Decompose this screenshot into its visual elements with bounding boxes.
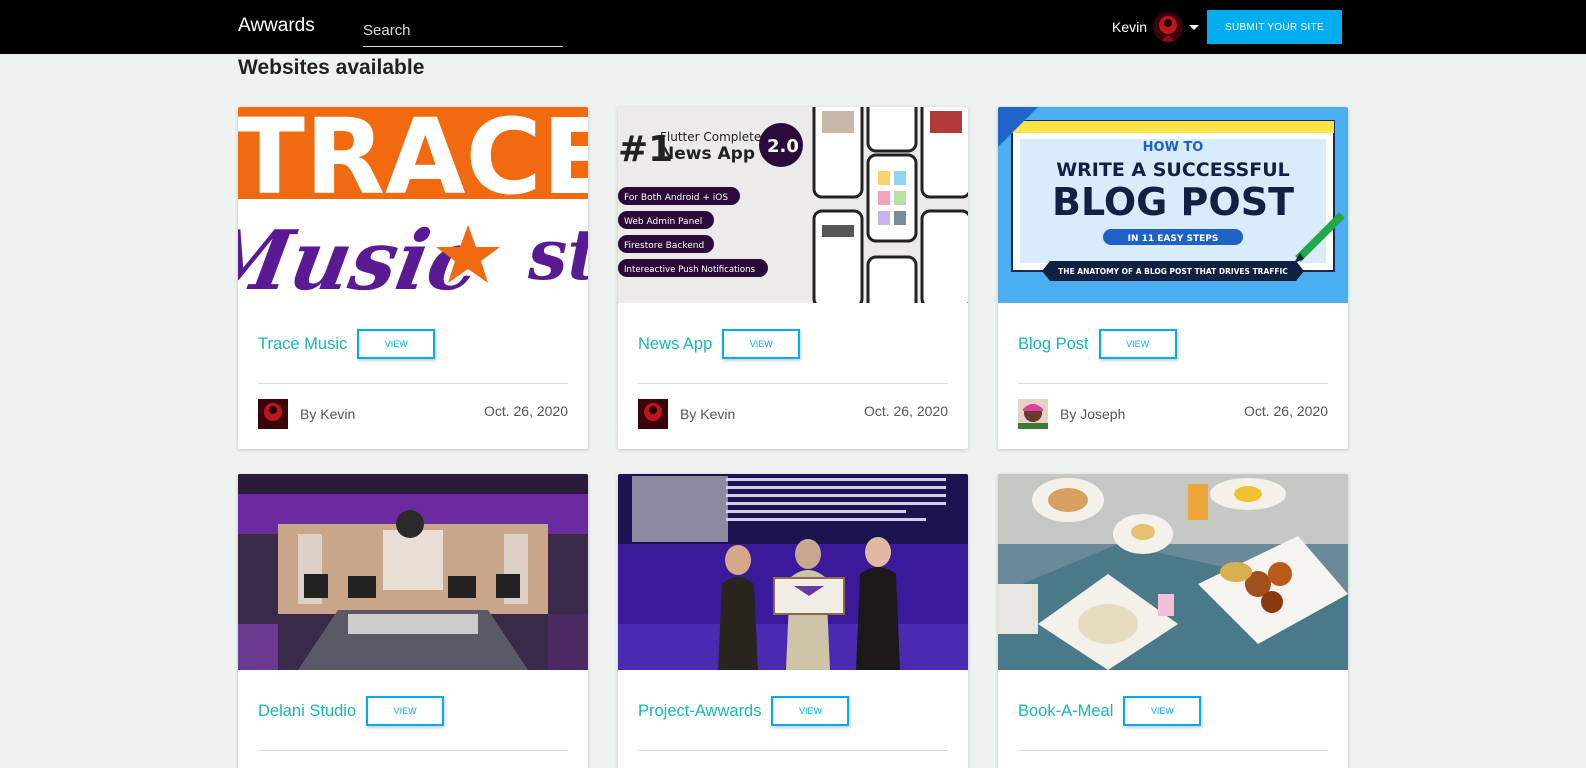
author-name: By Kevin — [300, 406, 356, 422]
divider — [258, 750, 568, 751]
search-input[interactable] — [363, 14, 563, 46]
card-header: Delani Studio VIEW — [258, 696, 445, 726]
author-name: By Kevin — [680, 406, 736, 422]
divider — [258, 383, 568, 384]
avatar — [258, 399, 288, 429]
view-button[interactable]: VIEW — [1123, 696, 1202, 726]
thumb-text: WRITE A SUCCESSFUL — [1056, 159, 1290, 181]
author-info: By Kevin — [638, 399, 735, 429]
thumb-text: Web Admin Panel — [624, 217, 702, 227]
project-thumbnail[interactable]: TRACE Music st — [238, 107, 588, 303]
divider — [638, 750, 948, 751]
user-menu[interactable]: Kevin — [1112, 12, 1200, 42]
thumb-text: THE ANATOMY OF A BLOG POST THAT DRIVES T… — [1058, 267, 1288, 276]
project-title[interactable]: Blog Post — [1018, 335, 1089, 354]
thumb-text: TRACE — [238, 107, 588, 218]
project-card: Delani Studio VIEW — [238, 474, 588, 768]
project-title[interactable]: News App — [638, 335, 712, 354]
page-title: Websites available — [238, 56, 425, 79]
view-button[interactable]: VIEW — [722, 329, 801, 359]
project-thumbnail[interactable]: #1 Flutter Complete News App 2.0 For Bot… — [618, 107, 968, 303]
search-field — [363, 14, 563, 47]
thumb-text: Firestore Backend — [624, 241, 704, 251]
top-navbar: Awwards Kevin SUBMIT YOUR SITE — [0, 0, 1586, 54]
thumb-text: BLOG POST — [1052, 180, 1294, 224]
divider — [638, 383, 948, 384]
avatar — [1018, 399, 1048, 429]
project-title[interactable]: Trace Music — [258, 335, 347, 354]
view-button[interactable]: VIEW — [771, 696, 850, 726]
divider — [1018, 383, 1328, 384]
card-header: Blog Post VIEW — [1018, 329, 1177, 359]
brand-logo[interactable]: Awwards — [238, 15, 315, 37]
view-button[interactable]: VIEW — [1098, 329, 1177, 359]
thumb-text: Music — [238, 213, 487, 303]
thumb-text: IN 11 EASY STEPS — [1128, 234, 1219, 244]
view-button[interactable]: VIEW — [366, 696, 445, 726]
project-card: #1 Flutter Complete News App 2.0 For Bot… — [618, 107, 968, 449]
thumb-text: For Both Android + iOS — [624, 193, 728, 203]
user-name: Kevin — [1112, 19, 1148, 35]
chevron-down-icon[interactable] — [1189, 24, 1200, 30]
project-card: Project-Awwards VIEW — [618, 474, 968, 768]
author-info: By Kevin — [258, 399, 355, 429]
project-title[interactable]: Delani Studio — [258, 702, 356, 721]
thumb-text: Intereactive Push Notifications — [624, 265, 756, 275]
post-date: Oct. 26, 2020 — [863, 403, 948, 419]
project-title[interactable]: Book-A-Meal — [1018, 702, 1113, 721]
thumb-text: Flutter Complete — [660, 130, 761, 144]
view-button[interactable]: VIEW — [357, 329, 436, 359]
project-thumbnail[interactable] — [238, 474, 588, 670]
author-name: By Joseph — [1060, 406, 1126, 422]
project-thumbnail[interactable] — [998, 474, 1348, 670]
post-date: Oct. 26, 2020 — [1243, 403, 1328, 419]
project-card: TRACE Music st Trace Music VIEW By Kevin… — [238, 107, 588, 449]
card-header: Trace Music VIEW — [258, 329, 436, 359]
avatar — [638, 399, 668, 429]
project-thumbnail[interactable] — [618, 474, 968, 670]
project-card: Book-A-Meal VIEW — [998, 474, 1348, 768]
project-card: HOW TO WRITE A SUCCESSFUL BLOG POST IN 1… — [998, 107, 1348, 449]
project-title[interactable]: Project-Awwards — [638, 702, 761, 721]
card-header: Project-Awwards VIEW — [638, 696, 850, 726]
thumb-text: st — [527, 213, 588, 296]
project-thumbnail[interactable]: HOW TO WRITE A SUCCESSFUL BLOG POST IN 1… — [998, 107, 1348, 303]
card-header: News App VIEW — [638, 329, 801, 359]
user-avatar — [1153, 12, 1184, 42]
post-date: Oct. 26, 2020 — [483, 403, 568, 419]
submit-site-button[interactable]: SUBMIT YOUR SITE — [1207, 10, 1342, 44]
divider — [1018, 750, 1328, 751]
thumb-text: HOW TO — [1143, 140, 1204, 155]
thumb-text: 2.0 — [767, 136, 799, 157]
thumb-text: News App — [660, 144, 755, 164]
author-info: By Joseph — [1018, 399, 1125, 429]
card-header: Book-A-Meal VIEW — [1018, 696, 1202, 726]
